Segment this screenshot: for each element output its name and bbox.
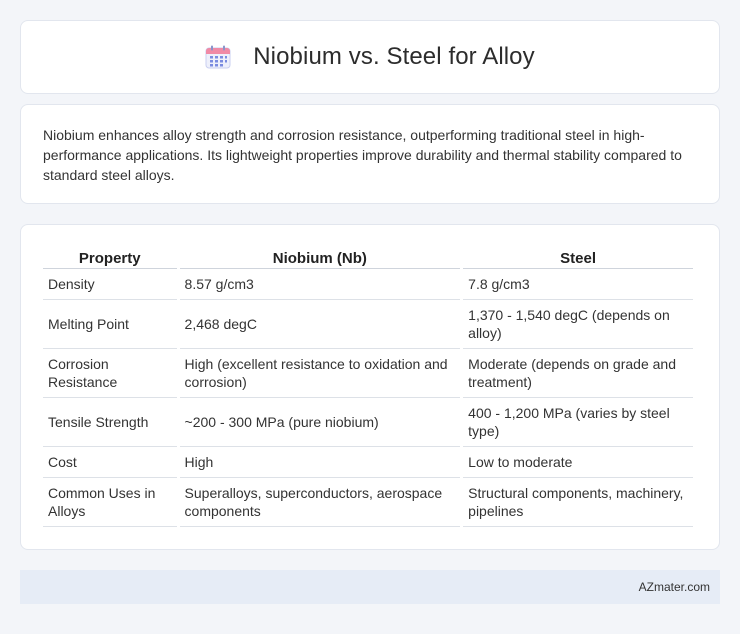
table-row: Melting Point 2,468 degC 1,370 - 1,540 d… <box>43 300 693 349</box>
cell-niobium: High (excellent resistance to oxidation … <box>179 349 461 398</box>
cell-property: Density <box>43 269 177 300</box>
calendar-icon <box>205 45 231 69</box>
cell-niobium: ~200 - 300 MPa (pure niobium) <box>179 398 461 447</box>
table-row: Corrosion Resistance High (excellent res… <box>43 349 693 398</box>
cell-niobium: 2,468 degC <box>179 300 461 349</box>
table-header-row: Property Niobium (Nb) Steel <box>43 243 693 269</box>
cell-steel: 400 - 1,200 MPa (varies by steel type) <box>463 398 693 447</box>
title-card: Niobium vs. Steel for Alloy <box>20 20 720 94</box>
header-niobium: Niobium (Nb) <box>179 243 461 269</box>
footer-brand: AZmater.com <box>638 580 710 594</box>
cell-niobium: 8.57 g/cm3 <box>179 269 461 300</box>
table-card: Property Niobium (Nb) Steel Density 8.57… <box>20 224 720 550</box>
cell-steel: Low to moderate <box>463 447 693 478</box>
page-title: Niobium vs. Steel for Alloy <box>253 43 535 70</box>
table-row: Tensile Strength ~200 - 300 MPa (pure ni… <box>43 398 693 447</box>
comparison-table: Property Niobium (Nb) Steel Density 8.57… <box>40 243 696 527</box>
footer-bar: AZmater.com <box>20 570 720 604</box>
cell-property: Common Uses in Alloys <box>43 478 177 527</box>
header-property: Property <box>43 243 177 269</box>
cell-property: Melting Point <box>43 300 177 349</box>
cell-steel: Moderate (depends on grade and treatment… <box>463 349 693 398</box>
cell-niobium: Superalloys, superconductors, aerospace … <box>179 478 461 527</box>
cell-property: Corrosion Resistance <box>43 349 177 398</box>
title-wrap: Niobium vs. Steel for Alloy <box>205 43 535 71</box>
intro-card: Niobium enhances alloy strength and corr… <box>20 104 720 204</box>
header-steel: Steel <box>463 243 693 269</box>
cell-steel: 1,370 - 1,540 degC (depends on alloy) <box>463 300 693 349</box>
cell-property: Cost <box>43 447 177 478</box>
table-row: Density 8.57 g/cm3 7.8 g/cm3 <box>43 269 693 300</box>
table-row: Common Uses in Alloys Superalloys, super… <box>43 478 693 527</box>
intro-text: Niobium enhances alloy strength and corr… <box>43 127 682 183</box>
cell-steel: 7.8 g/cm3 <box>463 269 693 300</box>
cell-property: Tensile Strength <box>43 398 177 447</box>
cell-niobium: High <box>179 447 461 478</box>
cell-steel: Structural components, machinery, pipeli… <box>463 478 693 527</box>
table-row: Cost High Low to moderate <box>43 447 693 478</box>
